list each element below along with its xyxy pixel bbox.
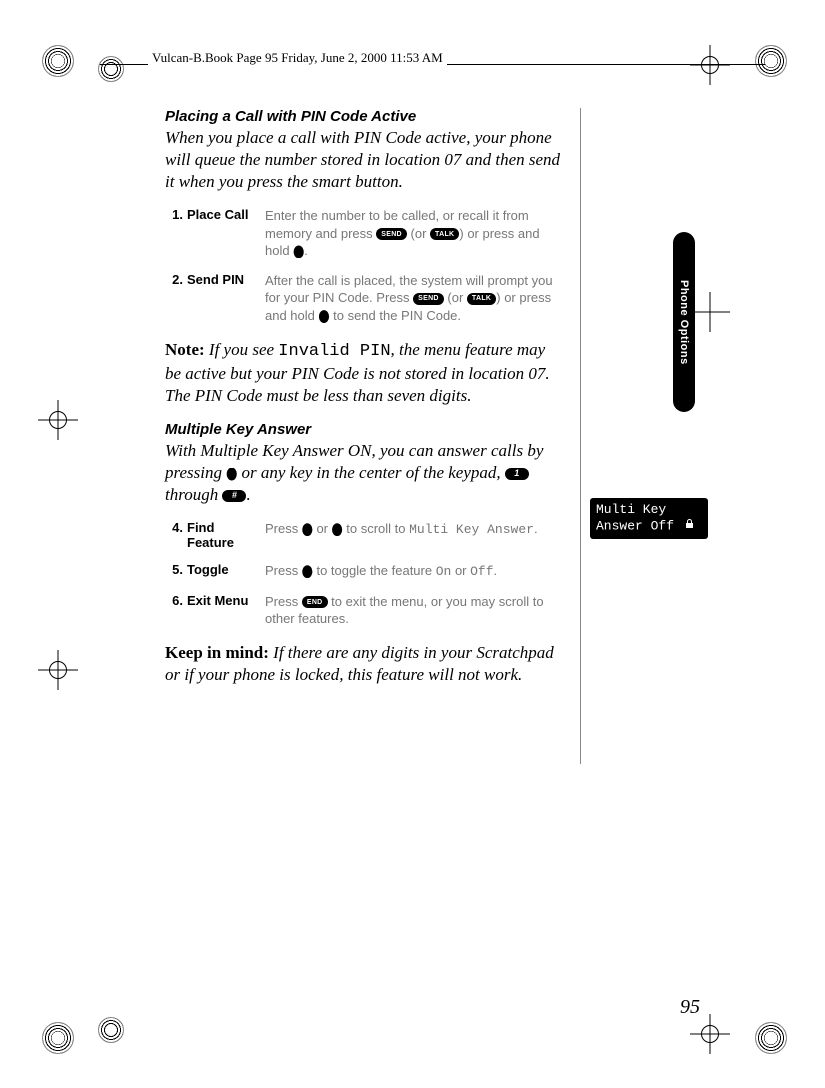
keep-in-mind: Keep in mind: If there are any digits in…	[165, 642, 565, 686]
step-label: Exit Menu	[187, 593, 265, 628]
page-number: 95	[680, 996, 700, 1019]
step-row: 6. Exit Menu Press END to exit the menu,…	[165, 593, 565, 628]
lcd-text: Invalid PIN	[278, 342, 390, 361]
step-desc: Enter the number to be called, or recall…	[265, 207, 565, 260]
reg-mark-bl	[42, 1022, 74, 1054]
crosshair-ml	[38, 400, 78, 440]
steps-group-b: 4. Find Feature Press or to scroll to Mu…	[165, 520, 565, 628]
column-rule	[580, 108, 581, 764]
reg-mark-br	[755, 1022, 787, 1054]
step-label: Find Feature	[187, 520, 265, 550]
step-row: 2. Send PIN After the call is placed, th…	[165, 272, 565, 325]
lcd-text: Multi Key Answer	[409, 522, 534, 537]
crop-r1	[690, 292, 730, 332]
smart-button-icon	[293, 245, 304, 258]
section-title-mka: Multiple Key Answer	[165, 421, 565, 438]
step-desc: After the call is placed, the system wil…	[265, 272, 565, 325]
steps-group-a: 1. Place Call Enter the number to be cal…	[165, 207, 565, 324]
step-row: 1. Place Call Enter the number to be cal…	[165, 207, 565, 260]
header-text: Vulcan-B.Book Page 95 Friday, June 2, 20…	[148, 50, 447, 66]
send-icon: SEND	[376, 228, 407, 240]
section-title-pin: Placing a Call with PIN Code Active	[165, 108, 565, 125]
nav-button-icon	[226, 468, 237, 481]
step-num: 4.	[165, 520, 187, 550]
reg-mark-small-b	[98, 1017, 124, 1043]
crosshair-br	[690, 1014, 730, 1054]
lcd-text: Off	[470, 564, 493, 579]
step-label: Send PIN	[187, 272, 265, 325]
smart-button-icon	[319, 310, 330, 323]
crosshair-ml2	[38, 650, 78, 690]
step-label: Place Call	[187, 207, 265, 260]
reg-mark-small	[98, 56, 124, 82]
screen-line1: Multi Key	[596, 502, 702, 518]
step-num: 5.	[165, 562, 187, 581]
reg-mark-tl	[42, 45, 74, 77]
section-tab: Phone Options	[673, 232, 695, 412]
lcd-screen: Multi Key Answer Off	[590, 498, 708, 539]
step-row: 5. Toggle Press to toggle the feature On…	[165, 562, 565, 581]
talk-icon: TALK	[430, 228, 459, 240]
key-hash-icon: #	[222, 490, 246, 502]
note-paragraph: Note: If you see Invalid PIN, the menu f…	[165, 339, 565, 407]
end-icon: END	[302, 596, 328, 608]
content-column: Placing a Call with PIN Code Active When…	[165, 108, 565, 700]
step-num: 1.	[165, 207, 187, 260]
step-desc: Press to toggle the feature On or Off.	[265, 562, 565, 581]
scroll-down-icon	[332, 523, 343, 536]
key-1-icon: 1	[505, 468, 529, 480]
smart-button-icon	[302, 565, 313, 578]
step-num: 6.	[165, 593, 187, 628]
section-body-pin: When you place a call with PIN Code acti…	[165, 127, 565, 193]
lock-icon	[684, 518, 695, 534]
section-body-mka: With Multiple Key Answer ON, you can ans…	[165, 440, 565, 506]
scroll-up-icon	[302, 523, 313, 536]
lcd-text: On	[436, 564, 452, 579]
reg-mark-tr	[755, 45, 787, 77]
step-desc: Press END to exit the menu, or you may s…	[265, 593, 565, 628]
screen-line2: Answer Off	[596, 518, 702, 535]
step-num: 2.	[165, 272, 187, 325]
step-row: 4. Find Feature Press or to scroll to Mu…	[165, 520, 565, 550]
crosshair-tr	[690, 45, 730, 85]
send-icon: SEND	[413, 293, 444, 305]
step-desc: Press or to scroll to Multi Key Answer.	[265, 520, 565, 550]
step-label: Toggle	[187, 562, 265, 581]
talk-icon: TALK	[467, 293, 496, 305]
